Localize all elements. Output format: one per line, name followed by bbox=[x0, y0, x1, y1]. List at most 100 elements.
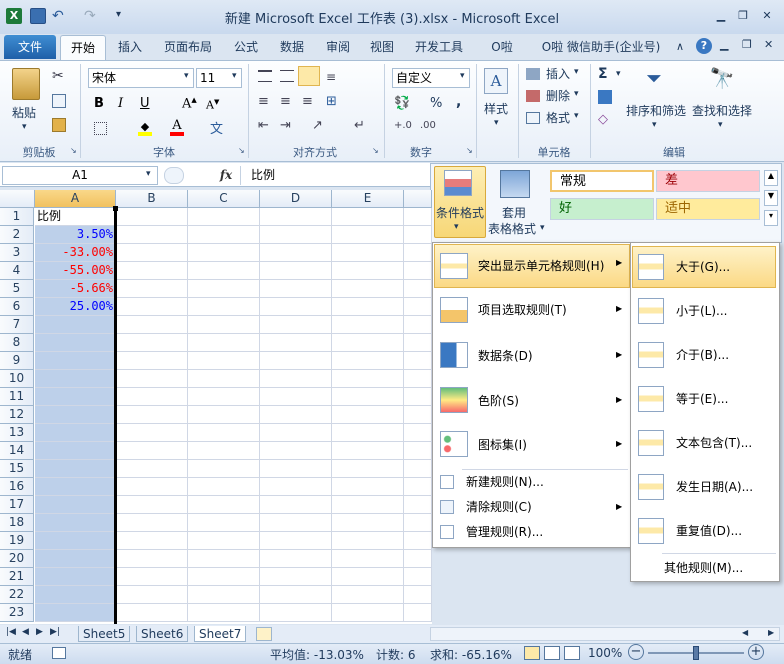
cell[interactable]: 比例 bbox=[35, 208, 116, 226]
styles-button[interactable]: 样式 bbox=[484, 100, 508, 117]
cell[interactable] bbox=[116, 568, 188, 586]
cell[interactable] bbox=[332, 352, 404, 370]
format-cells-button[interactable]: 格式 bbox=[546, 108, 570, 128]
cell[interactable] bbox=[332, 334, 404, 352]
prev-sheet-icon[interactable]: ◀ bbox=[22, 627, 29, 637]
cell[interactable] bbox=[35, 514, 116, 532]
cell[interactable] bbox=[404, 460, 432, 478]
cell[interactable] bbox=[188, 208, 260, 226]
tab-home[interactable]: 开始 bbox=[60, 35, 106, 61]
cell[interactable] bbox=[188, 244, 260, 262]
cell[interactable] bbox=[404, 604, 432, 622]
cell[interactable] bbox=[332, 388, 404, 406]
cell[interactable] bbox=[116, 478, 188, 496]
fill-color-icon[interactable]: ◆ bbox=[138, 120, 152, 136]
autosum-button[interactable]: Σ bbox=[598, 66, 608, 82]
submenu-item-duplicate-values[interactable]: 重复值(D)... bbox=[676, 510, 742, 552]
row-header[interactable]: 18 bbox=[0, 514, 34, 532]
column-header-f[interactable] bbox=[404, 190, 432, 208]
style-neutral[interactable]: 适中 bbox=[656, 198, 760, 220]
row-header[interactable]: 11 bbox=[0, 388, 34, 406]
cell[interactable] bbox=[332, 226, 404, 244]
tab-ola-wechat[interactable]: O啦 微信助手(企业号) bbox=[538, 36, 664, 58]
cell[interactable] bbox=[35, 442, 116, 460]
cell[interactable] bbox=[116, 208, 188, 226]
percent-button[interactable]: % bbox=[430, 96, 442, 111]
redo-icon[interactable]: ↷ bbox=[84, 8, 100, 24]
cell[interactable] bbox=[332, 586, 404, 604]
tab-page-layout[interactable]: 页面布局 bbox=[158, 36, 218, 58]
cell[interactable] bbox=[116, 370, 188, 388]
decrease-indent-icon[interactable]: ⇤ bbox=[258, 118, 269, 133]
cell[interactable] bbox=[404, 586, 432, 604]
table-format-dropdown-icon[interactable]: ▾ bbox=[540, 223, 545, 233]
increase-indent-icon[interactable]: ⇥ bbox=[280, 118, 291, 133]
cell[interactable] bbox=[260, 478, 332, 496]
paste-dropdown-icon[interactable]: ▾ bbox=[22, 122, 27, 132]
cell[interactable] bbox=[188, 460, 260, 478]
doc-restore-button[interactable]: ❐ bbox=[742, 38, 752, 51]
cell[interactable] bbox=[332, 604, 404, 622]
cell[interactable] bbox=[260, 550, 332, 568]
row-header[interactable]: 16 bbox=[0, 478, 34, 496]
sort-filter-button[interactable]: 排序和筛选 bbox=[626, 102, 690, 119]
number-launcher-icon[interactable]: ↘ bbox=[466, 146, 473, 155]
font-name-combo[interactable]: 宋体 bbox=[88, 68, 194, 88]
row-header[interactable]: 2 bbox=[0, 226, 34, 244]
cell[interactable] bbox=[404, 352, 432, 370]
cell[interactable] bbox=[332, 424, 404, 442]
format-dropdown-icon[interactable]: ▾ bbox=[574, 111, 579, 121]
row-header[interactable]: 13 bbox=[0, 424, 34, 442]
name-box-dropdown-icon[interactable]: ▾ bbox=[146, 169, 151, 179]
column-header-b[interactable]: B bbox=[116, 190, 188, 208]
find-select-icon[interactable]: 🔭 bbox=[708, 66, 736, 94]
cell[interactable] bbox=[404, 280, 432, 298]
row-header[interactable]: 1 bbox=[0, 208, 34, 226]
cell[interactable] bbox=[260, 244, 332, 262]
row-header[interactable]: 8 bbox=[0, 334, 34, 352]
row-header[interactable]: 7 bbox=[0, 316, 34, 334]
normal-view-icon[interactable] bbox=[524, 646, 540, 660]
row-header[interactable]: 22 bbox=[0, 586, 34, 604]
cell[interactable] bbox=[116, 532, 188, 550]
zoom-out-icon[interactable]: − bbox=[628, 644, 644, 660]
cell[interactable] bbox=[260, 442, 332, 460]
horizontal-scrollbar[interactable] bbox=[430, 627, 780, 641]
zoom-level[interactable]: 100% bbox=[588, 646, 622, 660]
submenu-item-between[interactable]: 介于(B)... bbox=[676, 334, 729, 376]
cell[interactable] bbox=[332, 550, 404, 568]
style-good[interactable]: 好 bbox=[550, 198, 654, 220]
cell[interactable] bbox=[188, 496, 260, 514]
table-format-label-1[interactable]: 套用 bbox=[502, 204, 526, 221]
styles-dropdown-icon[interactable]: ▾ bbox=[494, 118, 499, 128]
cell[interactable] bbox=[35, 388, 116, 406]
find-dropdown-icon[interactable]: ▾ bbox=[718, 120, 723, 130]
row-header[interactable]: 5 bbox=[0, 280, 34, 298]
sheet-tab-sheet7[interactable]: Sheet7 bbox=[194, 626, 247, 642]
cell[interactable] bbox=[260, 586, 332, 604]
align-top-icon[interactable] bbox=[258, 70, 272, 82]
find-select-button[interactable]: 查找和选择 bbox=[692, 102, 756, 119]
decrease-decimal-icon[interactable]: .00 bbox=[420, 120, 436, 131]
cell[interactable] bbox=[404, 316, 432, 334]
doc-close-button[interactable]: ✕ bbox=[764, 38, 773, 51]
insert-sheet-icon[interactable] bbox=[256, 627, 272, 641]
styles-icon[interactable]: A bbox=[484, 68, 508, 94]
delete-cells-icon[interactable] bbox=[526, 90, 540, 102]
cell[interactable] bbox=[260, 568, 332, 586]
formula-input[interactable]: 比例 bbox=[240, 166, 430, 185]
decrease-font-icon[interactable]: A▼ bbox=[206, 98, 219, 112]
menu-item-new-rule[interactable]: 新建规则(N)... bbox=[466, 472, 544, 492]
cell[interactable]: 3.50% bbox=[35, 226, 116, 244]
cell[interactable] bbox=[188, 532, 260, 550]
table-format-label-2[interactable]: 表格格式 bbox=[488, 220, 536, 237]
select-all-corner[interactable] bbox=[0, 190, 35, 208]
cell[interactable] bbox=[35, 370, 116, 388]
underline-button[interactable]: U bbox=[140, 96, 150, 111]
scroll-right-icon[interactable]: ▶ bbox=[768, 628, 774, 637]
cell[interactable] bbox=[116, 262, 188, 280]
submenu-item-other-rules[interactable]: 其他规则(M)... bbox=[664, 558, 743, 578]
cell[interactable]: -33.00% bbox=[35, 244, 116, 262]
page-break-view-icon[interactable] bbox=[564, 646, 580, 660]
row-header[interactable]: 10 bbox=[0, 370, 34, 388]
